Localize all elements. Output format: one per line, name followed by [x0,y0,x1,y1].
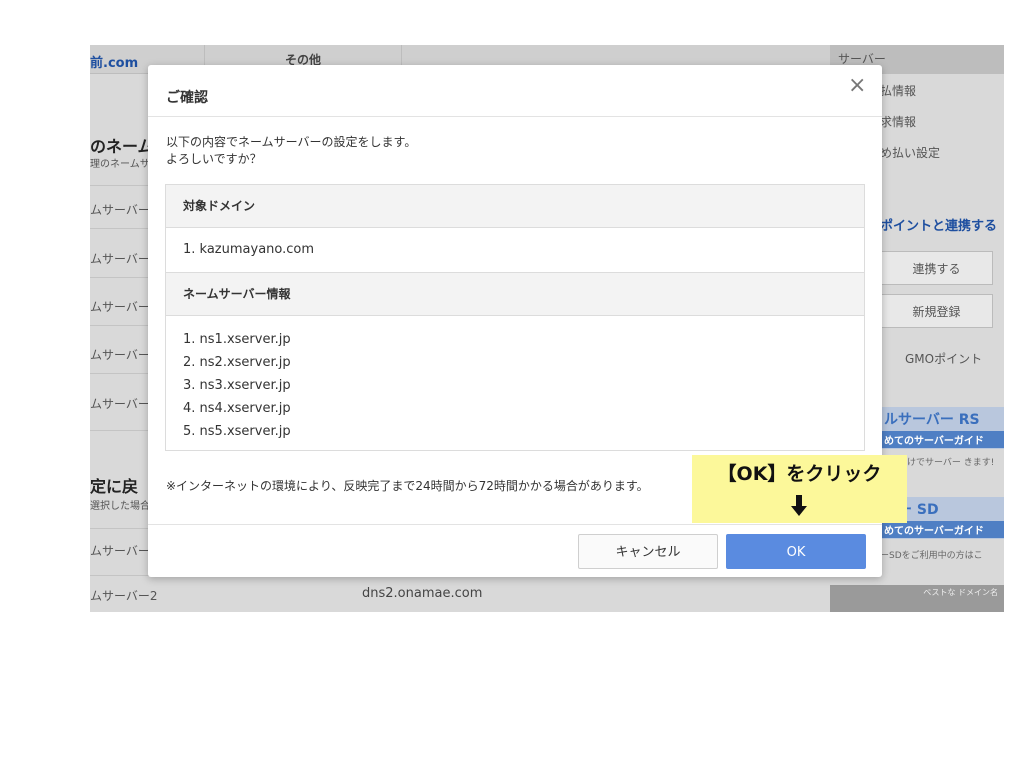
left-item: ムサーバー [90,300,150,314]
gmo-section-title: ポイントと連携する [880,219,998,234]
left-subtext: 選択した場合 [90,501,150,512]
close-icon[interactable]: × [848,75,866,97]
promo-photo-text: ベストな ドメイン名 [923,588,998,597]
nameserver-item: 2. ns2.xserver.jp [183,355,291,370]
banner-subtitle: めてのサーバーガイド [880,521,1004,538]
dialog-message-line: よろしいですか？ [166,152,262,166]
banner-note: ーSDをご利用中の方はこ [880,551,983,561]
nameserver-value: dns2.onamae.com [362,586,483,601]
link-account-button: 連携する [880,251,993,285]
cancel-button[interactable]: キャンセル [578,534,718,569]
left-item: ムサーバー2 [90,589,158,603]
instruction-callout: 【OK】をクリック [692,455,907,523]
left-heading: のネーム [90,137,154,156]
gmo-point-link: GMOポイント [905,352,983,366]
instruction-text: 【OK】をクリック [717,463,882,485]
nameserver-item: 1. ns1.xserver.jp [183,332,291,347]
left-heading: 定に戻 [90,477,139,496]
nameserver-info-heading: ネームサーバー情報 [166,273,864,316]
propagation-note: ※インターネットの環境により、反映完了まで24時間から72時間かかる場合がありま… [166,479,649,493]
nameserver-item: 5. ns5.xserver.jp [183,424,291,439]
right-menu-item: 求情報 [880,115,917,129]
promo-photo: ベストな ドメイン名 [830,585,1004,612]
right-menu-item: 払情報 [880,84,917,98]
dialog-footer-divider [148,524,882,525]
banner-title: ルサーバー RS [884,412,980,428]
ok-button[interactable]: OK [726,534,866,569]
rs-banner: ルサーバー RS めてのサーバーガイド [880,407,1004,449]
left-item: ムサーバー [90,348,150,362]
dialog-title: ご確認 [166,90,208,106]
left-subtext: 理のネームサ [90,159,150,170]
left-item: ムサーバー [90,252,150,266]
register-button: 新規登録 [880,294,993,328]
nameserver-list: 1. ns1.xserver.jp 2. ns2.xserver.jp 3. n… [183,328,291,443]
banner-subtitle: めてのサーバーガイド [880,431,1004,448]
down-arrow-icon [791,495,807,516]
site-logo: 前.com [90,56,139,71]
dialog-message: 以下の内容でネームサーバーの設定をします。 よろしいですか？ [166,134,416,168]
nameserver-item: 4. ns4.xserver.jp [183,401,291,416]
settings-summary: 対象ドメイン 1. kazumayano.com ネームサーバー情報 1. ns… [165,184,865,451]
target-domain-heading: 対象ドメイン [166,185,864,228]
left-item: ムサーバー [90,203,150,217]
target-domain-item: 1. kazumayano.com [183,242,315,257]
dialog-header: ご確認 × [148,65,882,117]
left-item: ムサーバー [90,397,150,411]
nameserver-item: 3. ns3.xserver.jp [183,378,291,393]
right-menu-item: め払い設定 [880,146,941,160]
dialog-message-line: 以下の内容でネームサーバーの設定をします。 [166,135,417,149]
left-item: ムサーバー [90,544,150,558]
